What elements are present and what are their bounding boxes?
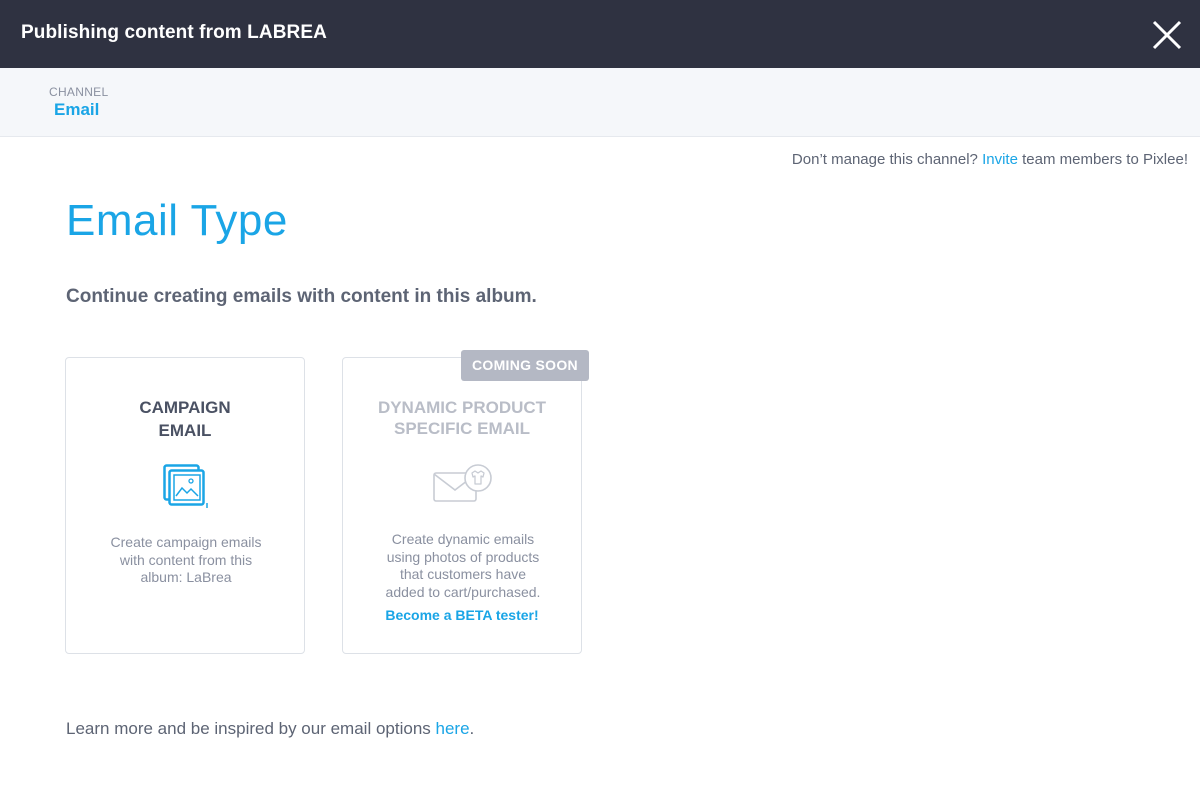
card-description: Create dynamic emails using photos of pr… xyxy=(363,531,563,601)
learn-more-text: Learn more and be inspired by our email … xyxy=(66,719,474,739)
card-title: CAMPAIGN EMAIL xyxy=(66,396,304,442)
card-title-line: SPECIFIC EMAIL xyxy=(393,419,530,438)
dynamic-product-email-card: DYNAMIC PRODUCT SPECIFIC EMAIL Create dy… xyxy=(342,357,582,654)
modal-title: Publishing content from LABREA xyxy=(21,22,327,43)
close-icon[interactable] xyxy=(1148,16,1186,54)
card-title-line: DYNAMIC PRODUCT xyxy=(377,398,547,417)
channel-label: CHANNEL xyxy=(49,85,109,99)
channel-bar: CHANNEL Email xyxy=(0,68,1200,137)
learn-more-link[interactable]: here xyxy=(436,719,470,738)
invite-link[interactable]: Invite xyxy=(982,151,1018,168)
campaign-email-card[interactable]: CAMPAIGN EMAIL Create campaign emails wi… xyxy=(65,357,305,654)
beta-tester-link[interactable]: Become a BETA tester! xyxy=(343,607,581,623)
page-subtitle: Continue creating emails with content in… xyxy=(66,286,537,307)
learn-more-end: . xyxy=(469,719,475,738)
invite-prefix: Don’t manage this channel? xyxy=(791,151,978,168)
product-email-icon xyxy=(432,463,496,508)
modal-header: Publishing content from LABREA xyxy=(0,0,1200,68)
card-title-line: EMAIL xyxy=(158,421,212,440)
card-description-line: with content from this xyxy=(119,551,253,568)
card-title: DYNAMIC PRODUCT SPECIFIC EMAIL xyxy=(343,397,581,439)
card-description: Create campaign emails with content from… xyxy=(86,534,286,587)
card-description-line: added to cart/purchased. xyxy=(385,583,541,600)
card-title-line: CAMPAIGN xyxy=(139,398,231,417)
card-description-line: that customers have xyxy=(399,566,527,582)
card-description-line: using photos of products xyxy=(386,548,540,565)
page-title: Email Type xyxy=(66,196,288,245)
card-description-line: Create campaign emails xyxy=(110,534,262,550)
invite-notice: Don’t manage this channel? Invite team m… xyxy=(792,151,1188,168)
channel-value: Email xyxy=(54,100,100,119)
learn-more-prefix: Learn more and be inspired by our email … xyxy=(66,719,431,738)
card-description-line: Create dynamic emails xyxy=(391,531,535,547)
coming-soon-badge: COMING SOON xyxy=(461,350,589,381)
card-description-line: album: LaBrea xyxy=(140,569,232,585)
invite-suffix: team members to Pixlee! xyxy=(1022,151,1188,168)
photo-album-icon xyxy=(163,464,211,517)
